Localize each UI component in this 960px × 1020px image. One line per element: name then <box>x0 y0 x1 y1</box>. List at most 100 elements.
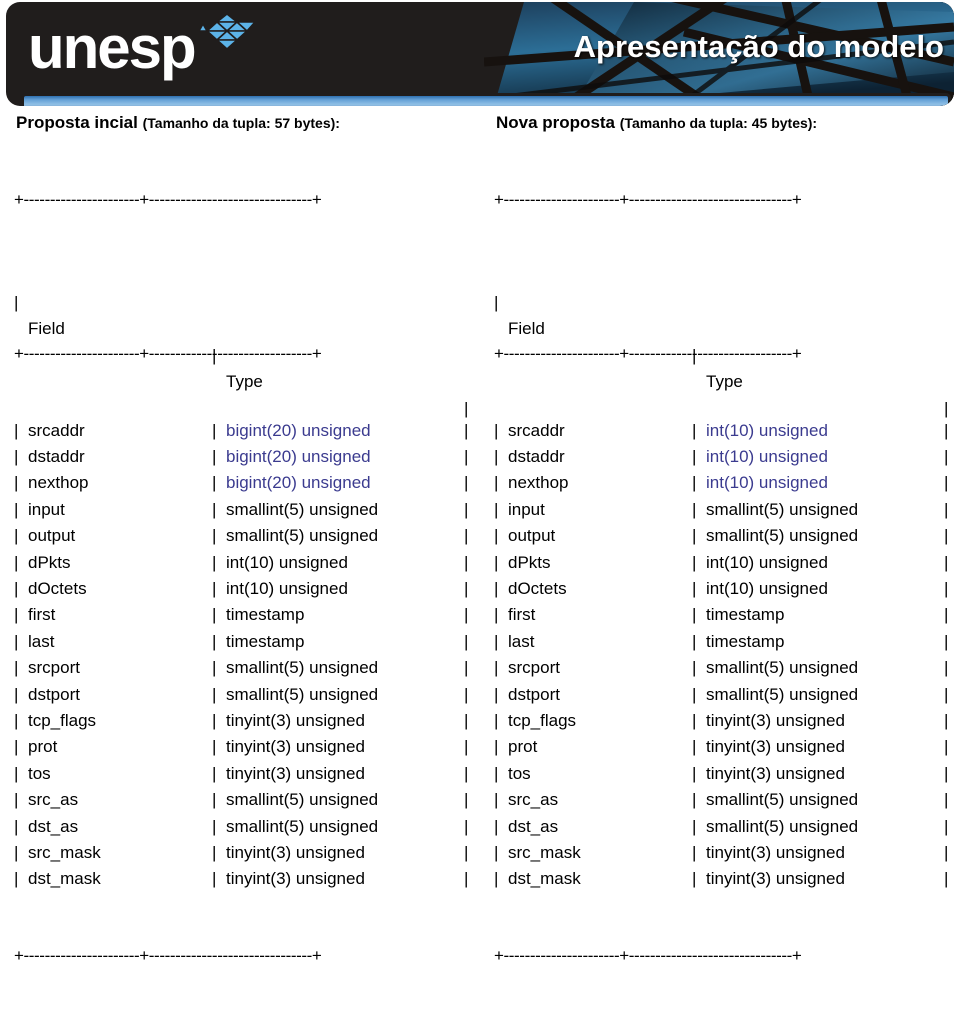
table-row: | prot | tinyint(3) unsigned | <box>14 734 480 760</box>
col-bar-right: | <box>464 526 469 546</box>
table-row: | input | smallint(5) unsigned | <box>14 497 480 523</box>
col-bar-mid: | <box>692 658 697 678</box>
col-bar-left: | <box>494 790 499 810</box>
table-row: | srcport | smallint(5) unsigned | <box>494 655 960 681</box>
col-bar-left: | <box>14 499 19 519</box>
table-rule-top-left: +----------------------+----------------… <box>14 189 322 209</box>
col-bar-left: | <box>494 710 499 730</box>
table-row: | nexthop | int(10) unsigned | <box>494 470 960 496</box>
table-row: | src_mask | tinyint(3) unsigned | <box>494 840 960 866</box>
col-bar-left: | <box>14 816 19 836</box>
col-bar-right: | <box>464 816 469 836</box>
col-bar-mid: | <box>212 447 217 467</box>
cell-field: dstport <box>508 684 560 704</box>
col-bar-mid: | <box>212 790 217 810</box>
panel-title-right-paren: (Tamanho da tupla: 45 bytes): <box>619 115 818 131</box>
col-bar-right: | <box>944 420 949 440</box>
cell-field: input <box>508 499 545 519</box>
cell-type: smallint(5) unsigned <box>706 499 859 519</box>
cell-type: int(10) unsigned <box>226 552 348 572</box>
col-bar-mid: | <box>212 605 217 625</box>
table-row: | prot | tinyint(3) unsigned | <box>494 734 960 760</box>
col-bar-right: | <box>464 473 469 493</box>
col-bar-left: | <box>14 552 19 572</box>
table-row: | dstport | smallint(5) unsigned | <box>14 682 480 708</box>
col-bar-left: | <box>494 447 499 467</box>
cell-type: bigint(20) unsigned <box>226 420 371 440</box>
table-body-right: | srcaddr | int(10) unsigned | | dstaddr | int(1… <box>494 418 960 893</box>
col-bar-left: | <box>494 473 499 493</box>
banner-plate: unesp Apresentação do modelo <box>6 2 954 106</box>
cell-type: bigint(20) unsigned <box>226 473 371 493</box>
panel-title-right: Nova proposta (Tamanho da tupla: 45 byte… <box>496 112 960 134</box>
col-bar-left: | <box>14 842 19 862</box>
cell-type: tinyint(3) unsigned <box>226 869 365 889</box>
col-bar-left: | <box>494 869 499 889</box>
table-row: | tcp_flags | tinyint(3) unsigned | <box>14 708 480 734</box>
cell-field: tos <box>28 763 51 783</box>
cell-field: tcp_flags <box>508 710 577 730</box>
col-bar-right: | <box>464 447 469 467</box>
cell-field: dstport <box>28 684 80 704</box>
cell-type: tinyint(3) unsigned <box>226 763 365 783</box>
table-row: | dst_mask | tinyint(3) unsigned | <box>14 866 480 892</box>
col-bar-mid: | <box>692 447 697 467</box>
table-row: | first | timestamp | <box>494 602 960 628</box>
col-bar-right: | <box>944 526 949 546</box>
cell-field: dst_as <box>28 816 79 836</box>
cell-type: smallint(5) unsigned <box>226 684 379 704</box>
cell-type: bigint(20) unsigned <box>226 447 371 467</box>
cell-type: tinyint(3) unsigned <box>706 710 845 730</box>
schema-table-left: +----------------------+----------------… <box>14 136 480 1020</box>
col-bar-left: | <box>494 293 499 313</box>
cell-field: dPkts <box>28 552 71 572</box>
col-bar-right: | <box>464 552 469 572</box>
col-bar-left: | <box>494 631 499 651</box>
table-row: | dOctets | int(10) unsigned | <box>14 576 480 602</box>
unesp-logo: unesp <box>28 12 257 78</box>
panel-title-left: Proposta incial (Tamanho da tupla: 57 by… <box>16 112 480 134</box>
col-bar-right: | <box>944 684 949 704</box>
col-bar-right: | <box>464 842 469 862</box>
table-row: | srcaddr | int(10) unsigned | <box>494 418 960 444</box>
cell-field: dOctets <box>28 578 87 598</box>
col-bar-left: | <box>14 631 19 651</box>
col-bar-right: | <box>464 763 469 783</box>
cell-type: smallint(5) unsigned <box>706 790 859 810</box>
table-row: | dst_as | smallint(5) unsigned | <box>494 814 960 840</box>
col-bar-right: | <box>944 816 949 836</box>
table-row: | dst_mask | tinyint(3) unsigned | <box>494 866 960 892</box>
col-bar-left: | <box>494 816 499 836</box>
col-bar-left: | <box>14 710 19 730</box>
cell-type: tinyint(3) unsigned <box>226 710 365 730</box>
cell-field: nexthop <box>28 473 89 493</box>
col-bar-mid: | <box>692 420 697 440</box>
column-header-type-left: Type <box>226 372 263 392</box>
col-bar-mid: | <box>212 552 217 572</box>
col-bar-mid: | <box>692 499 697 519</box>
cell-type: int(10) unsigned <box>706 473 828 493</box>
table-row: | output | smallint(5) unsigned | <box>494 523 960 549</box>
cell-field: dOctets <box>508 578 567 598</box>
col-bar-right: | <box>464 578 469 598</box>
col-bar-left: | <box>14 526 19 546</box>
cell-type: tinyint(3) unsigned <box>706 842 845 862</box>
cell-type: smallint(5) unsigned <box>226 790 379 810</box>
panel-title-right-strong: Nova proposta <box>496 113 616 132</box>
column-header-type-right: Type <box>706 372 743 392</box>
col-bar-right: | <box>464 631 469 651</box>
column-header-field-right: Field <box>508 319 545 339</box>
col-bar-right: | <box>464 684 469 704</box>
col-bar-left: | <box>494 605 499 625</box>
col-bar-right: | <box>464 790 469 810</box>
panel-nova-proposta: Nova proposta (Tamanho da tupla: 45 byte… <box>480 112 960 965</box>
schema-table-right: +----------------------+----------------… <box>494 136 960 1020</box>
col-bar-mid: | <box>212 737 217 757</box>
col-bar-mid: | <box>692 790 697 810</box>
col-bar-right: | <box>944 499 949 519</box>
col-bar-right: | <box>464 420 469 440</box>
cell-type: int(10) unsigned <box>706 552 828 572</box>
cell-field: srcport <box>508 658 560 678</box>
col-bar-mid: | <box>692 605 697 625</box>
content-area: Proposta incial (Tamanho da tupla: 57 by… <box>0 112 960 965</box>
